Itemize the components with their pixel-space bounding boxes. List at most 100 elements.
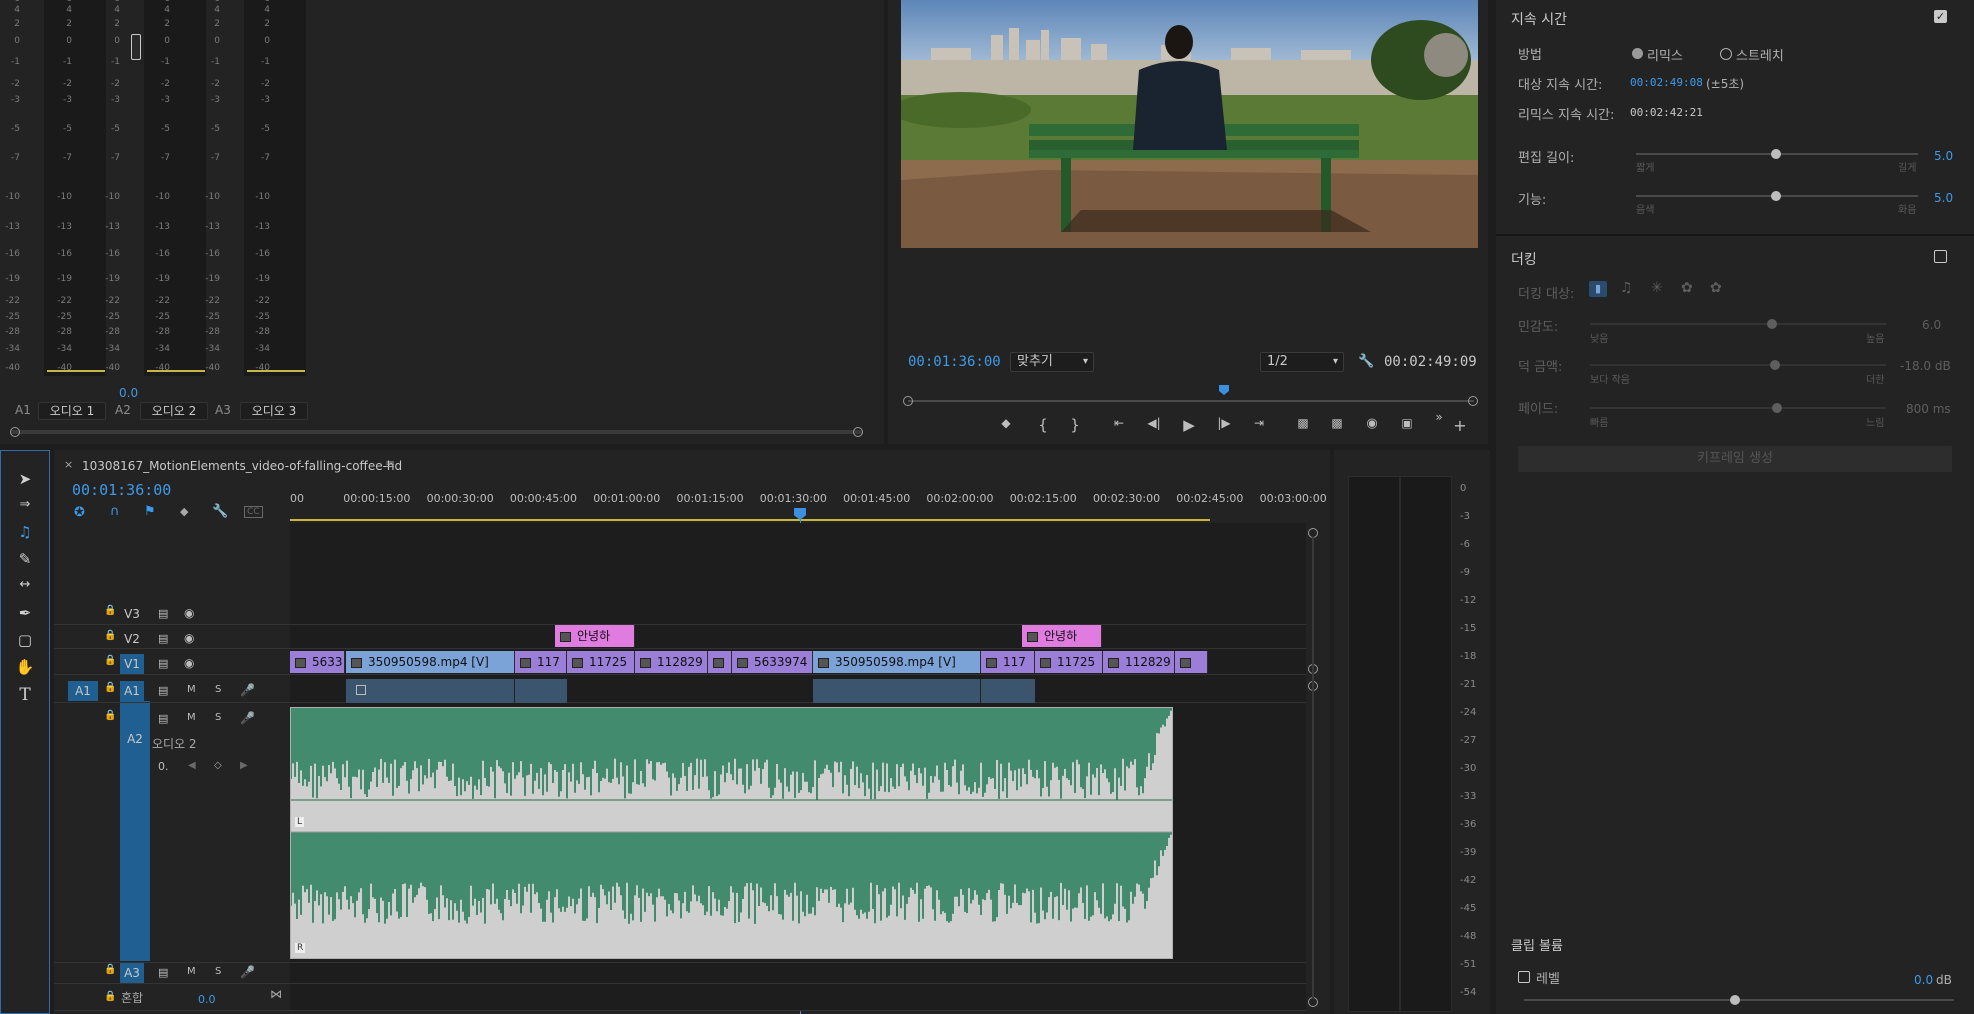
title-clip-1[interactable]: 안녕하 — [555, 625, 635, 647]
add-keyframe-icon[interactable]: ◇ — [214, 760, 222, 771]
fade-slider[interactable] — [1590, 403, 1886, 413]
step-back-icon[interactable]: ◀| — [1143, 416, 1165, 430]
title-clip-2[interactable]: 안녕하 — [1022, 625, 1102, 647]
sync-lock-icon[interactable]: ▤ — [158, 607, 168, 620]
step-forward-icon[interactable]: |▶ — [1213, 416, 1235, 430]
eye-icon[interactable]: ◉ — [184, 631, 194, 645]
solo-button[interactable]: S — [215, 712, 221, 723]
volume-fader-handle[interactable] — [131, 34, 141, 60]
scrub-handle-right[interactable] — [1468, 396, 1478, 406]
v1-clip[interactable]: 11725 — [1035, 651, 1103, 673]
close-tab-icon[interactable]: × — [64, 458, 73, 471]
program-timecode[interactable]: 00:01:36:00 — [908, 354, 1001, 370]
track-a2-label[interactable]: A2 — [123, 729, 147, 749]
mute-button[interactable]: M — [187, 712, 196, 723]
sync-lock-icon[interactable]: ▤ — [158, 684, 168, 697]
duck-music-icon[interactable]: ♫ — [1620, 280, 1633, 296]
v1-clip[interactable]: 117 — [981, 651, 1035, 673]
feature-value[interactable]: 5.0 — [1934, 191, 1953, 205]
marker-icon[interactable]: ◆ — [995, 416, 1017, 430]
v1-clip[interactable]: 112829 — [635, 651, 708, 673]
fader-value[interactable]: 0.0 — [119, 386, 138, 400]
hand-tool-icon[interactable]: ✋ — [14, 658, 36, 676]
v1-clip[interactable]: 5633974 — [732, 651, 813, 673]
mix-navigate-icon[interactable]: ⋈ — [270, 987, 282, 1001]
marker-flag-icon[interactable]: ◆ — [180, 505, 188, 518]
track-a1-label[interactable]: A1 — [120, 681, 144, 701]
v1-clip[interactable]: 117 — [515, 651, 567, 673]
generate-keyframes-button[interactable]: 키프레임 생성 — [1518, 446, 1952, 472]
scrub-handle-left[interactable] — [903, 396, 913, 406]
track-a3-label[interactable]: A3 — [120, 963, 144, 983]
v1-clip[interactable]: 112829 — [1103, 651, 1175, 673]
eye-icon[interactable]: ◉ — [184, 656, 194, 670]
prev-keyframe-icon[interactable]: ◀ — [188, 760, 196, 771]
method-stretch-radio[interactable] — [1720, 48, 1732, 60]
solo-button[interactable]: S — [215, 684, 221, 695]
track-lock-icon[interactable]: 🔒 — [104, 964, 116, 975]
a2-volume-value[interactable]: 0. — [158, 760, 169, 773]
track-lock-icon[interactable]: 🔒 — [104, 710, 116, 721]
track-lock-icon[interactable]: 🔒 — [104, 605, 116, 616]
rectangle-tool-icon[interactable]: ▢ — [14, 631, 36, 649]
eye-icon[interactable]: ◉ — [184, 606, 194, 620]
timeline-settings-icon[interactable]: 🔧 — [212, 504, 228, 519]
export-frame-icon[interactable]: ◉ — [1361, 416, 1383, 431]
level-value[interactable]: 0.0 — [1914, 973, 1933, 987]
level-slider[interactable] — [1524, 995, 1954, 1005]
duck-unassigned-icon[interactable]: ✿ — [1710, 280, 1722, 296]
scroll-handle-left[interactable] — [10, 427, 20, 437]
track-v1-label[interactable]: V1 — [120, 654, 144, 674]
ducking-section-checkbox[interactable] — [1934, 250, 1947, 263]
captions-icon[interactable]: CC — [244, 506, 263, 518]
duration-section-checkbox[interactable]: ✓ — [1934, 10, 1947, 23]
method-stretch-label[interactable]: 스트레치 — [1736, 45, 1784, 64]
duck-sfx-icon[interactable]: ✳ — [1651, 280, 1663, 296]
v1-clip[interactable]: 350950598.mp4 [V] — [813, 651, 981, 673]
program-scrubber[interactable] — [908, 400, 1474, 402]
next-keyframe-icon[interactable]: ▶ — [240, 760, 248, 771]
go-to-out-icon[interactable]: ⇥ — [1248, 416, 1270, 430]
in-point-icon[interactable]: { — [1032, 416, 1054, 434]
track-lock-icon[interactable]: 🔒 — [104, 630, 116, 641]
sensitivity-slider[interactable] — [1590, 319, 1886, 329]
edit-length-value[interactable]: 5.0 — [1934, 149, 1953, 163]
a1-clip-1[interactable] — [346, 679, 515, 703]
zoom-select[interactable]: 맞추기 ▾ — [1010, 352, 1094, 372]
type-tool-icon[interactable]: T — [14, 685, 36, 705]
mute-button[interactable]: M — [187, 966, 196, 977]
track-lock-icon[interactable]: 🔒 — [104, 655, 116, 666]
track-select-tool-icon[interactable]: ⇒ — [14, 497, 36, 512]
method-remix-radio[interactable] — [1632, 48, 1643, 59]
feature-slider[interactable] — [1636, 191, 1918, 201]
a1-clip-3[interactable] — [813, 679, 981, 703]
lift-icon[interactable]: ▩ — [1292, 416, 1314, 430]
track-v2-label[interactable]: V2 — [120, 629, 144, 649]
linked-selection-icon[interactable]: ∩ — [110, 504, 120, 519]
a1-clip-2[interactable] — [515, 679, 567, 703]
selection-tool-icon[interactable]: ➤ — [14, 470, 36, 488]
reduce-slider[interactable] — [1590, 360, 1886, 370]
timeline-vscroll-track[interactable] — [1312, 537, 1314, 999]
solo-button[interactable]: S — [215, 966, 221, 977]
track-v3-label[interactable]: V3 — [120, 604, 144, 624]
resolution-select[interactable]: 1/2 ▾ — [1260, 352, 1344, 372]
v1-clip[interactable]: 11725 — [567, 651, 635, 673]
out-point-icon[interactable]: } — [1064, 416, 1086, 434]
v1-clip[interactable] — [1175, 651, 1208, 673]
razor-tool-icon[interactable]: ✎ — [14, 550, 36, 568]
mic-icon[interactable]: 🎤 — [240, 965, 255, 979]
tab-menu-icon[interactable]: ≡ — [385, 457, 395, 471]
extract-icon[interactable]: ▩ — [1326, 416, 1348, 430]
sync-lock-icon[interactable]: ▤ — [158, 657, 168, 670]
duck-dialog-icon[interactable]: ▮ — [1589, 281, 1607, 297]
v1-clip[interactable]: 5633 — [290, 651, 345, 673]
timeline-timecode[interactable]: 00:01:36:00 — [72, 481, 171, 499]
source-a1-label[interactable]: A1 — [68, 681, 98, 701]
work-area-bar[interactable] — [290, 519, 1210, 521]
scroll-handle-right[interactable] — [853, 427, 863, 437]
mix-value[interactable]: 0.0 — [198, 993, 216, 1006]
track-lock-icon[interactable]: 🔒 — [104, 682, 116, 693]
level-checkbox[interactable] — [1518, 971, 1530, 983]
more-icon[interactable]: » — [1428, 410, 1450, 424]
